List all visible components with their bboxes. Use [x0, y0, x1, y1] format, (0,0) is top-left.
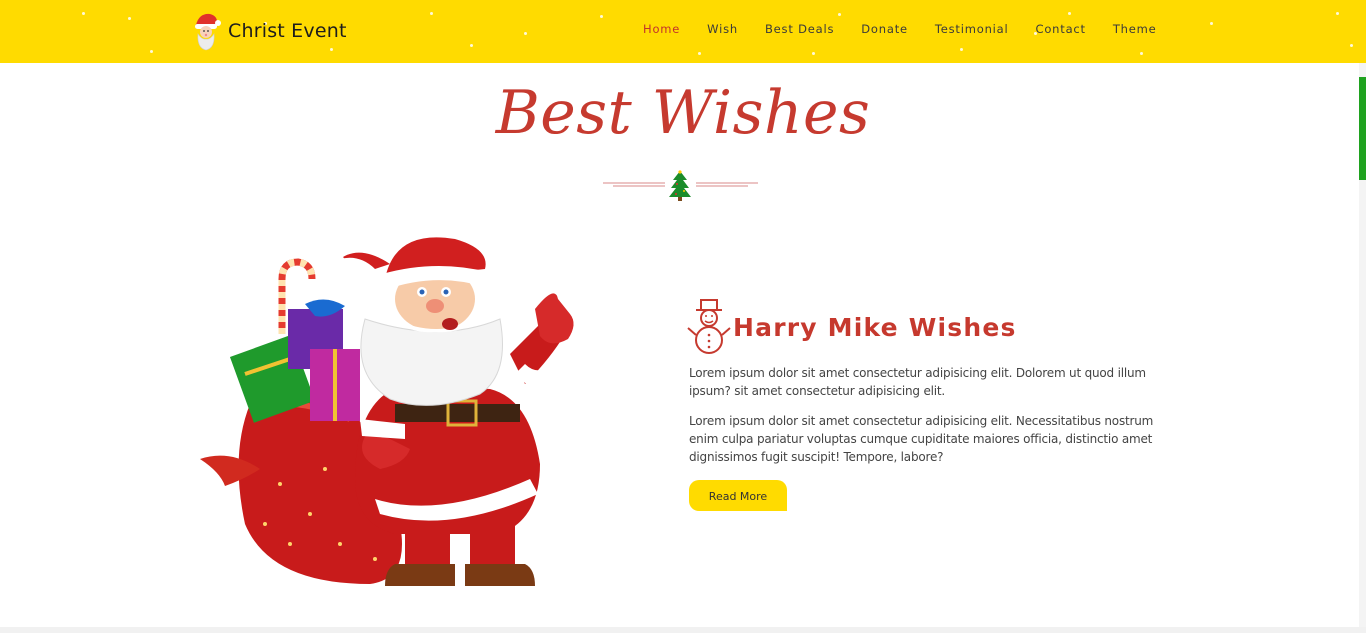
- snowman-icon: [687, 299, 731, 354]
- santa-illustration: [200, 237, 574, 586]
- section-title: Best Wishes: [495, 78, 871, 148]
- christmas-tree-icon: [669, 170, 691, 201]
- read-more-button[interactable]: Read More: [689, 480, 787, 511]
- header-bar: Christ Event Home Wish Best Deals Donate…: [0, 0, 1366, 63]
- brand-name: Christ Event: [228, 20, 347, 42]
- wish-card: Harry Mike Wishes Lorem ipsum dolor sit …: [687, 298, 1169, 511]
- wish-paragraph-1: Lorem ipsum dolor sit amet consectetur a…: [689, 366, 1146, 398]
- santa-face-icon: [195, 13, 221, 51]
- nav-home[interactable]: Home: [643, 22, 680, 36]
- nav-best-deals[interactable]: Best Deals: [765, 22, 834, 36]
- nav-contact[interactable]: Contact: [1036, 22, 1086, 36]
- section-bottom-edge: [0, 627, 1366, 633]
- nav-testimonial[interactable]: Testimonial: [935, 22, 1009, 36]
- nav-donate[interactable]: Donate: [861, 22, 908, 36]
- nav-theme[interactable]: Theme: [1113, 22, 1157, 36]
- main-nav: Home Wish Best Deals Donate Testimonial …: [643, 22, 1157, 36]
- wish-heading-row: Harry Mike Wishes: [687, 298, 1169, 356]
- nav-wish[interactable]: Wish: [707, 22, 738, 36]
- brand-logo[interactable]: Christ Event: [193, 10, 347, 52]
- title-divider: [603, 170, 758, 201]
- wish-heading: Harry Mike Wishes: [733, 312, 1017, 342]
- wish-paragraph-2: Lorem ipsum dolor sit amet consectetur a…: [689, 414, 1154, 464]
